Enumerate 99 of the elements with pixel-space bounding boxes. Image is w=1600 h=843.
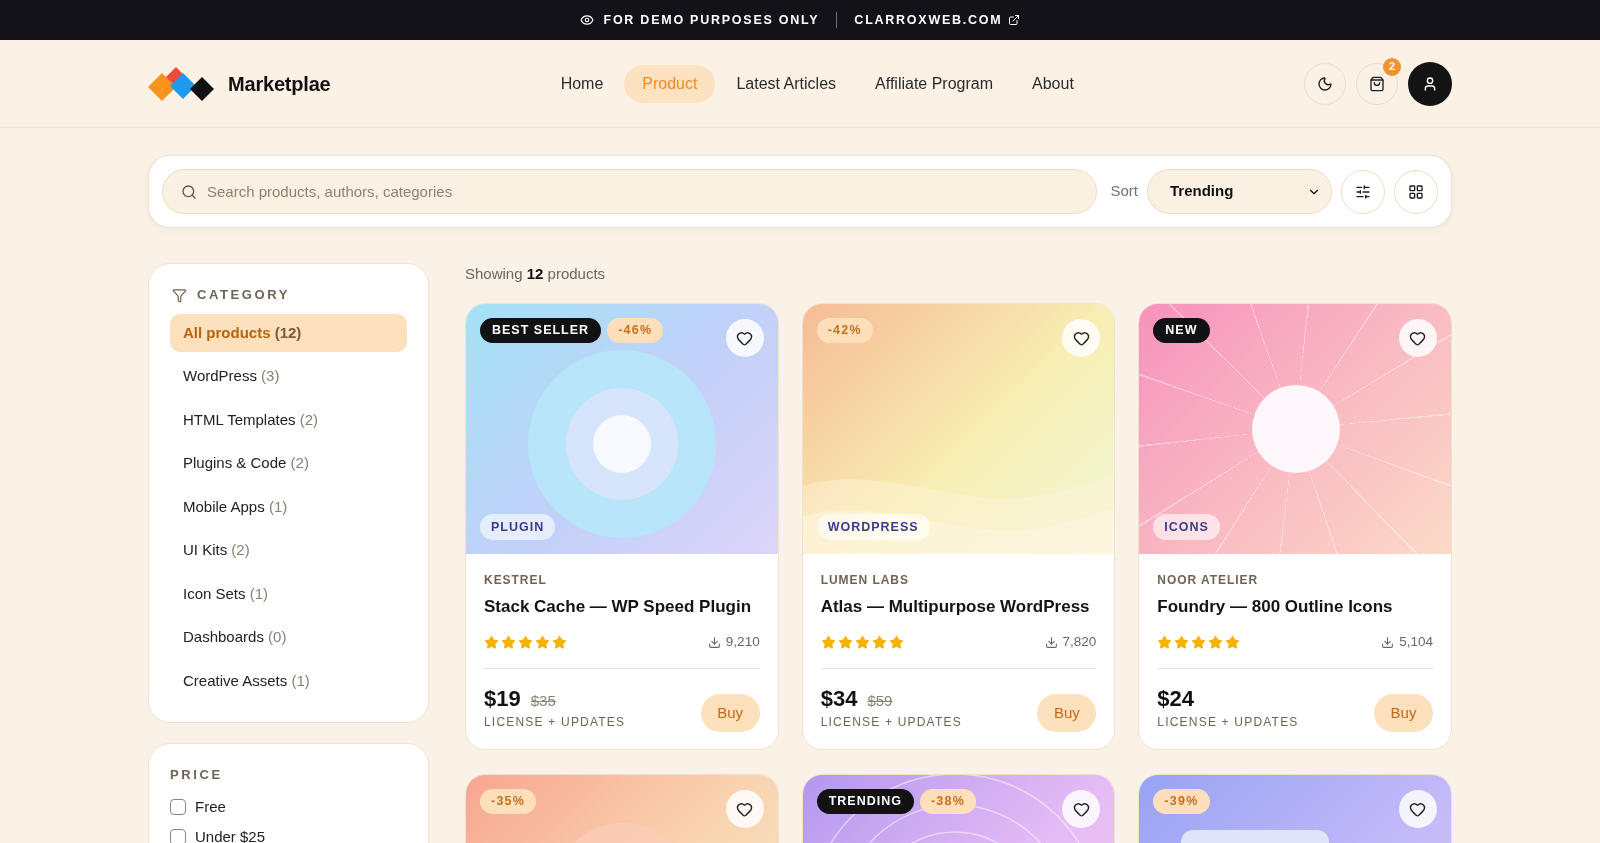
funnel-icon xyxy=(172,287,187,303)
star-icon xyxy=(484,634,499,650)
category-heading: CATEGORY xyxy=(197,286,291,305)
download-count: 9,210 xyxy=(725,632,760,651)
download-icon xyxy=(1381,635,1395,649)
star-icon xyxy=(501,634,516,650)
price-heading: PRICE xyxy=(170,768,223,782)
account-button[interactable] xyxy=(1408,61,1452,106)
original-price: $35 xyxy=(530,691,556,711)
category-item[interactable]: Icon Sets (1) xyxy=(170,575,407,613)
download-count: 5,104 xyxy=(1399,632,1433,651)
category-item[interactable]: All products (12) xyxy=(170,314,407,352)
favorite-button[interactable] xyxy=(1062,319,1101,357)
grid-icon xyxy=(1408,183,1424,200)
discount-badge: -46% xyxy=(607,318,664,343)
download-icon xyxy=(1044,635,1058,649)
heart-icon xyxy=(1409,329,1427,347)
license-label: LICENSE + UPDATES xyxy=(1157,715,1299,729)
star-icon xyxy=(854,634,870,650)
star-icon xyxy=(1174,634,1190,650)
download-count: 7,820 xyxy=(1062,632,1097,651)
nav-link[interactable]: Affiliate Program xyxy=(857,64,1012,103)
download-icon xyxy=(707,635,721,649)
search-icon xyxy=(181,183,197,200)
discount-badge: -42% xyxy=(816,318,873,343)
cart-count-badge: 2 xyxy=(1383,57,1401,76)
demo-notice: FOR DEMO PURPOSES ONLY xyxy=(603,11,820,29)
results-summary: Showing 12 products xyxy=(465,265,606,282)
nav-link[interactable]: Latest Articles xyxy=(718,64,855,103)
eye-icon xyxy=(579,13,594,27)
star-icon xyxy=(837,634,853,650)
brand-name: Marketplae xyxy=(228,71,331,97)
moon-icon xyxy=(1317,75,1333,92)
user-icon xyxy=(1422,75,1438,92)
favorite-button[interactable] xyxy=(725,319,764,357)
vendor-name: NOOR ATELIER xyxy=(1157,573,1260,587)
status-badge: BEST SELLER xyxy=(480,318,602,343)
star-icon xyxy=(871,634,887,650)
grid-view-button[interactable] xyxy=(1394,169,1438,214)
theme-toggle-button[interactable] xyxy=(1304,62,1346,105)
vendor-name: KESTREL xyxy=(484,573,548,587)
license-label: LICENSE + UPDATES xyxy=(484,715,626,729)
star-icon xyxy=(1225,634,1241,650)
nav-link[interactable]: Home xyxy=(542,64,622,103)
star-icon xyxy=(820,634,836,650)
price: $19 xyxy=(484,686,521,712)
site-link[interactable]: CLARROXWEB.COM xyxy=(854,10,1021,30)
external-link-icon xyxy=(1008,14,1021,26)
heart-icon xyxy=(736,800,754,818)
favorite-button[interactable] xyxy=(725,790,764,828)
checkbox[interactable] xyxy=(170,799,186,815)
license-label: LICENSE + UPDATES xyxy=(820,715,962,729)
favorite-button[interactable] xyxy=(1399,319,1437,357)
star-icon xyxy=(535,634,550,650)
checkbox[interactable] xyxy=(170,829,186,843)
category-item[interactable]: Creative Assets (1) xyxy=(170,662,407,700)
category-item[interactable]: Plugins & Code (2) xyxy=(170,444,407,483)
category-item[interactable]: HTML Templates (2) xyxy=(170,401,407,439)
sort-label: Sort xyxy=(1110,181,1138,202)
discount-badge: -39% xyxy=(1153,789,1210,814)
discount-badge: -35% xyxy=(480,789,537,814)
status-badge: TRENDING xyxy=(816,789,914,814)
favorite-button[interactable] xyxy=(1399,790,1437,828)
category-item[interactable]: UI Kits (2) xyxy=(170,531,407,570)
original-price: $59 xyxy=(867,691,893,711)
category-item[interactable]: WordPress (3) xyxy=(170,357,407,396)
checkbox-label: Free xyxy=(195,796,226,817)
logo-icon xyxy=(148,66,216,101)
heart-icon xyxy=(1409,800,1427,818)
discount-badge: -38% xyxy=(919,789,977,814)
vendor-name: LUMEN LABS xyxy=(820,573,910,587)
favorite-button[interactable] xyxy=(1062,790,1101,828)
price: $24 xyxy=(1157,686,1195,712)
category-tag: ICONS xyxy=(1153,514,1220,540)
heart-icon xyxy=(1072,329,1090,347)
product-title: Atlas — Multipurpose WordPress xyxy=(820,596,1091,618)
checkbox-label: Under $25 xyxy=(195,826,266,843)
star-icon xyxy=(552,634,567,650)
star-icon xyxy=(518,634,533,650)
filter-button[interactable] xyxy=(1341,169,1385,214)
star-icon xyxy=(1157,634,1173,650)
star-icon xyxy=(1208,634,1224,650)
sliders-icon xyxy=(1355,183,1371,200)
category-item[interactable]: Dashboards (0) xyxy=(170,618,407,657)
heart-icon xyxy=(1072,800,1090,818)
sort-select[interactable]: Trending xyxy=(1147,169,1332,214)
search-field[interactable]: Search products, authors, categories xyxy=(162,169,1098,214)
star-icon xyxy=(888,634,904,650)
bag-icon xyxy=(1369,75,1385,92)
product-title: Stack Cache — WP Speed Plugin xyxy=(484,596,753,618)
category-tag: PLUGIN xyxy=(480,514,556,540)
category-item[interactable]: Mobile Apps (1) xyxy=(170,488,407,526)
star-icon xyxy=(1191,634,1207,650)
price: $34 xyxy=(820,686,858,712)
status-badge: NEW xyxy=(1153,318,1210,343)
heart-icon xyxy=(736,329,754,347)
category-tag: WORDPRESS xyxy=(816,514,930,540)
nav-link[interactable]: About xyxy=(1014,64,1092,103)
product-title: Foundry — 800 Outline Icons xyxy=(1157,596,1394,618)
